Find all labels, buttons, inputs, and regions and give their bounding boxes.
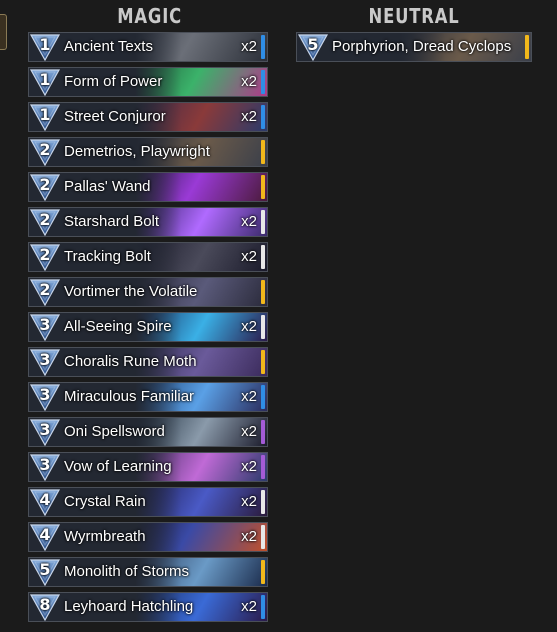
card-count: x2 — [241, 213, 257, 230]
card-count: x2 — [241, 248, 257, 265]
card-count: x2 — [241, 38, 257, 55]
card-row-vortimer-the-volatile[interactable]: 2 Vortimer the Volatile — [28, 277, 268, 307]
rarity-bar — [261, 490, 265, 514]
card-row-street-conjuror[interactable]: 1 Street Conjuror x2 — [28, 102, 268, 132]
card-count: x2 — [241, 318, 257, 335]
card-row-wyrmbreath[interactable]: 4 Wyrmbreath x2 — [28, 522, 268, 552]
neutral-card-list: 5 Porphyrion, Dread Cyclops — [296, 32, 532, 62]
card-name: Porphyrion, Dread Cyclops — [332, 38, 512, 55]
rarity-bar — [525, 35, 529, 59]
rarity-bar — [261, 210, 265, 234]
rarity-bar — [261, 315, 265, 339]
mana-cost: 8 — [39, 595, 51, 614]
rarity-bar — [261, 35, 265, 59]
rarity-bar — [261, 105, 265, 129]
rarity-bar — [261, 70, 265, 94]
card-count: x2 — [241, 423, 257, 440]
mana-cost: 1 — [39, 105, 51, 124]
card-name: Wyrmbreath — [64, 528, 146, 545]
card-name: Choralis Rune Moth — [64, 353, 197, 370]
rarity-bar — [261, 595, 265, 619]
card-name: Vortimer the Volatile — [64, 283, 198, 300]
card-name: Miraculous Familiar — [64, 388, 195, 405]
card-row-choralis-rune-moth[interactable]: 3 Choralis Rune Moth — [28, 347, 268, 377]
card-count: x2 — [241, 388, 257, 405]
card-name: Starshard Bolt — [64, 213, 160, 230]
mana-cost: 3 — [39, 350, 51, 369]
mana-cost: 2 — [39, 140, 51, 159]
card-count: x2 — [241, 73, 257, 90]
card-count: x2 — [241, 598, 257, 615]
mana-cost: 2 — [39, 245, 51, 264]
card-name: Ancient Texts — [64, 38, 153, 55]
card-row-leyhoard-hatchling[interactable]: 8 Leyhoard Hatchling x2 — [28, 592, 268, 622]
mana-cost: 3 — [39, 315, 51, 334]
rarity-bar — [261, 245, 265, 269]
rarity-bar — [261, 175, 265, 199]
magic-section: MAGIC 1 Ancient Texts x2 1 Form of Power x2 1 S… — [28, 0, 268, 627]
side-panel-edge[interactable] — [0, 14, 7, 50]
card-row-monolith-of-storms[interactable]: 5 Monolith of Storms — [28, 557, 268, 587]
mana-cost: 5 — [307, 35, 319, 54]
card-row-starshard-bolt[interactable]: 2 Starshard Bolt x2 — [28, 207, 268, 237]
mana-cost: 3 — [39, 385, 51, 404]
mana-cost: 4 — [39, 525, 51, 544]
card-count: x2 — [241, 493, 257, 510]
mana-cost: 5 — [39, 560, 51, 579]
card-name: Street Conjuror — [64, 108, 166, 125]
rarity-bar — [261, 560, 265, 584]
card-row-vow-of-learning[interactable]: 3 Vow of Learning x2 — [28, 452, 268, 482]
card-row-oni-spellsword[interactable]: 3 Oni Spellsword x2 — [28, 417, 268, 447]
card-name: Demetrios, Playwright — [64, 143, 210, 160]
mana-cost: 1 — [39, 70, 51, 89]
rarity-bar — [261, 525, 265, 549]
card-row-pallas-wand[interactable]: 2 Pallas' Wand — [28, 172, 268, 202]
mana-cost: 2 — [39, 175, 51, 194]
mana-cost: 2 — [39, 280, 51, 299]
neutral-section: NEUTRAL 5 Porphyrion, Dread Cyclops — [296, 0, 532, 67]
card-name: Oni Spellsword — [64, 423, 165, 440]
magic-section-title: MAGIC — [117, 4, 182, 28]
card-row-all-seeing-spire[interactable]: 3 All-Seeing Spire x2 — [28, 312, 268, 342]
rarity-bar — [261, 420, 265, 444]
mana-cost: 3 — [39, 455, 51, 474]
magic-card-list: 1 Ancient Texts x2 1 Form of Power x2 1 Street … — [28, 32, 268, 622]
neutral-section-title: NEUTRAL — [368, 4, 460, 28]
rarity-bar — [261, 455, 265, 479]
card-art — [135, 173, 267, 201]
card-row-form-of-power[interactable]: 1 Form of Power x2 — [28, 67, 268, 97]
card-name: Monolith of Storms — [64, 563, 190, 580]
card-name: Crystal Rain — [64, 493, 146, 510]
card-name: Form of Power — [64, 73, 163, 90]
card-count: x2 — [241, 528, 257, 545]
card-row-porphyrion-dread-cyclops[interactable]: 5 Porphyrion, Dread Cyclops — [296, 32, 532, 62]
rarity-bar — [261, 280, 265, 304]
card-row-tracking-bolt[interactable]: 2 Tracking Bolt x2 — [28, 242, 268, 272]
card-name: Leyhoard Hatchling — [64, 598, 194, 615]
card-name: All-Seeing Spire — [64, 318, 172, 335]
card-name: Vow of Learning — [64, 458, 172, 475]
card-count: x2 — [241, 108, 257, 125]
card-name: Tracking Bolt — [64, 248, 151, 265]
mana-cost: 3 — [39, 420, 51, 439]
card-row-demetrios-playwright[interactable]: 2 Demetrios, Playwright — [28, 137, 268, 167]
mana-cost: 2 — [39, 210, 51, 229]
mana-cost: 1 — [39, 35, 51, 54]
card-count: x2 — [241, 458, 257, 475]
card-row-miraculous-familiar[interactable]: 3 Miraculous Familiar x2 — [28, 382, 268, 412]
rarity-bar — [261, 385, 265, 409]
card-row-crystal-rain[interactable]: 4 Crystal Rain x2 — [28, 487, 268, 517]
card-name: Pallas' Wand — [64, 178, 151, 195]
card-row-ancient-texts[interactable]: 1 Ancient Texts x2 — [28, 32, 268, 62]
mana-cost: 4 — [39, 490, 51, 509]
rarity-bar — [261, 140, 265, 164]
rarity-bar — [261, 350, 265, 374]
